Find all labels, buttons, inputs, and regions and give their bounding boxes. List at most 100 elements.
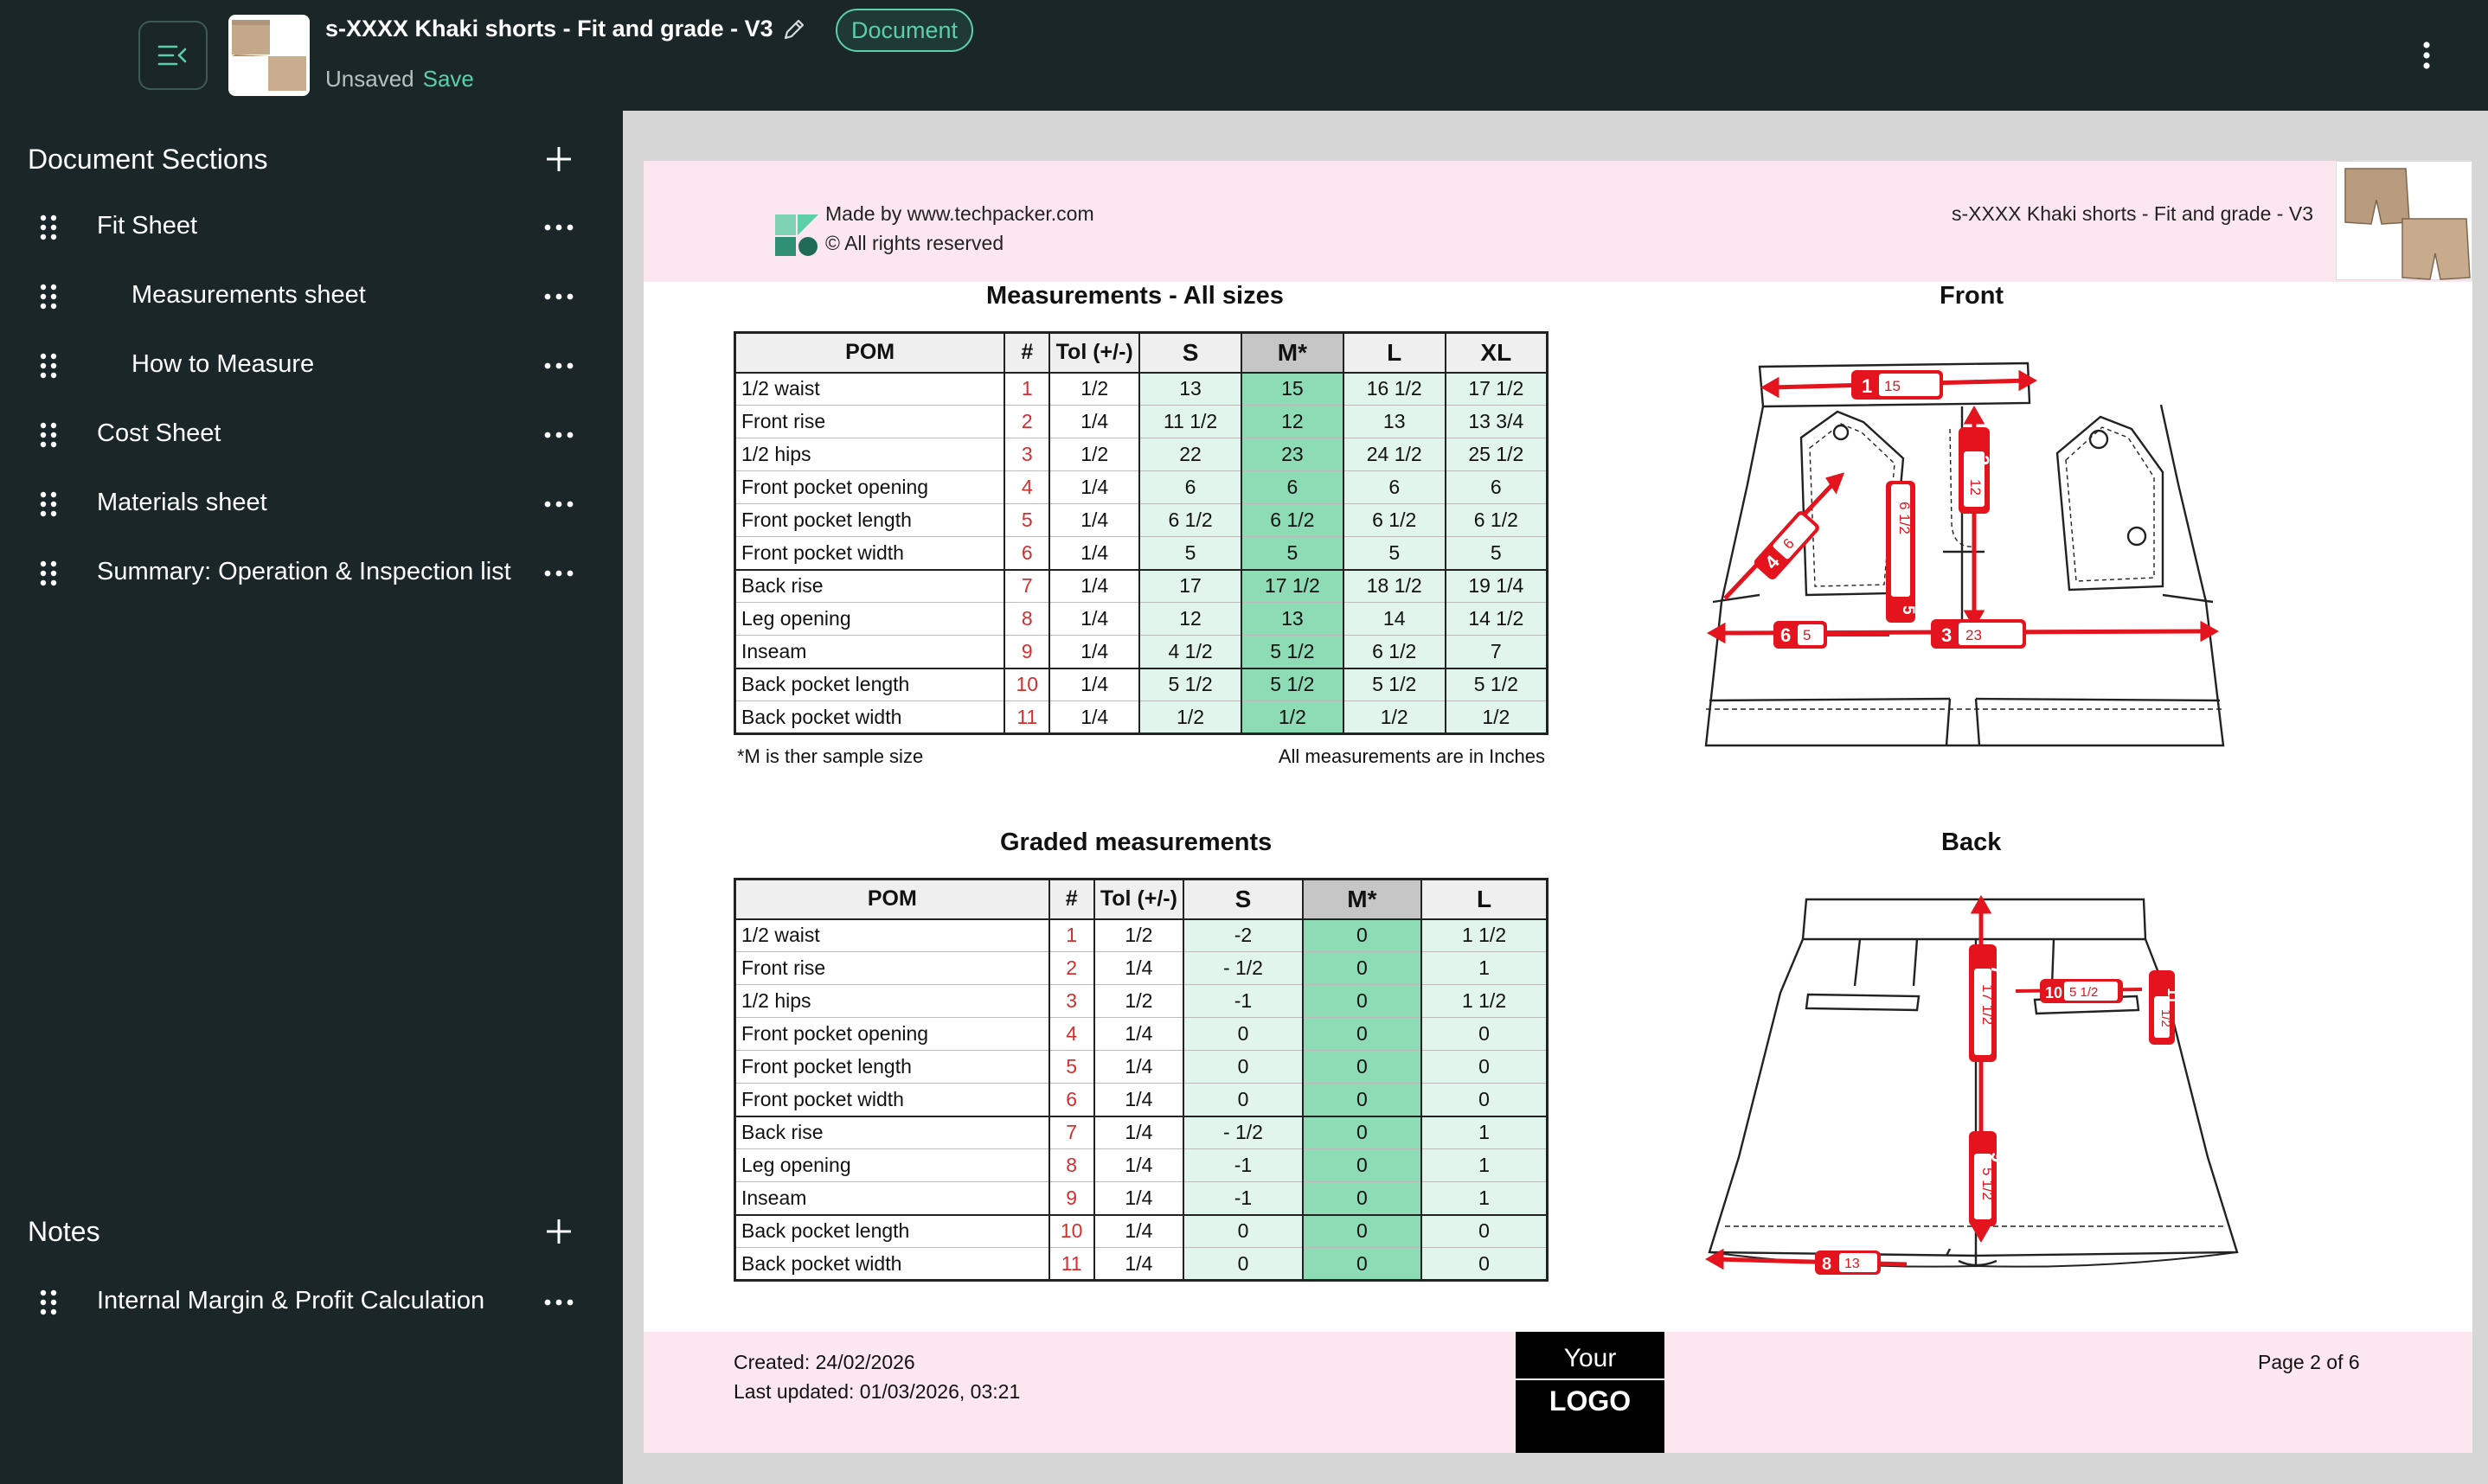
- drag-handle-icon[interactable]: [38, 283, 59, 310]
- drag-handle-icon[interactable]: [38, 490, 59, 518]
- item-options-icon[interactable]: [542, 288, 576, 305]
- tolerance-cell: 1/2: [1048, 438, 1140, 471]
- item-options-icon[interactable]: [542, 496, 576, 513]
- pom-cell: Front rise: [734, 405, 1005, 438]
- tolerance-cell: 1/4: [1048, 602, 1140, 636]
- pom-cell: 1/2 hips: [734, 984, 1050, 1018]
- size-value-cell: -1: [1183, 1181, 1304, 1215]
- sidebar-item-fit-sheet[interactable]: Fit Sheet: [0, 200, 623, 255]
- table-row: 1/2 waist 1 1/2 13 15 16 1/2 17 1/2: [734, 372, 1548, 406]
- sidebar-item-label: Measurements sheet: [131, 281, 366, 309]
- page-number: Page 2 of 6: [2258, 1351, 2360, 1373]
- unsaved-label: Unsaved: [325, 66, 414, 92]
- sample-size-cell: 0: [1301, 1247, 1422, 1281]
- front-label-length: 5: [1899, 605, 1917, 615]
- graded-table: POM # Tol (+/-) S M* L 1/2 waist 1 1/2 -2 0 1…: [734, 878, 1549, 1282]
- table1-title: Measurements - All sizes: [986, 282, 1284, 310]
- table-row: Leg opening 8 1/4 12 13 14 14 1/2: [734, 602, 1548, 636]
- collapse-sidebar-button[interactable]: [138, 21, 208, 90]
- size-value-cell: 0: [1183, 1083, 1304, 1116]
- size-value-cell: 0: [1183, 1017, 1304, 1051]
- col-header-tolerance: Tol (+/-): [1048, 331, 1141, 374]
- table-row: Front rise 2 1/4- 1/2 0 1: [734, 951, 1549, 985]
- sidebar-item-summary[interactable]: Summary: Operation & Inspection list: [0, 546, 623, 601]
- size-value-cell: 17: [1138, 568, 1242, 603]
- pom-number-cell: 10: [1048, 1213, 1095, 1248]
- logo-top-text: Your: [1563, 1344, 1617, 1372]
- sample-size-cell: 15: [1240, 372, 1344, 406]
- document-title[interactable]: s-XXXX Khaki shorts - Fit and grade - V3: [325, 16, 773, 42]
- drag-handle-icon[interactable]: [38, 560, 59, 587]
- back-label-pocket-width: 11: [2164, 988, 2182, 1004]
- pom-cell: Front rise: [734, 951, 1050, 985]
- measurements-table: POM # Tol (+/-) S M* L XL 1/2 waist 1 1/2 1…: [734, 331, 1549, 735]
- add-section-icon[interactable]: [542, 142, 576, 176]
- logo-placeholder: Your LOGO: [1516, 1332, 1664, 1453]
- size-value-cell: 16 1/2: [1342, 372, 1446, 406]
- size-value-cell: 7: [1444, 635, 1548, 668]
- back-label-inseam: 9: [1987, 1152, 2009, 1162]
- table-row: Leg opening 8 1/4 -1 0 1: [734, 1148, 1549, 1182]
- col-header-number: #: [1048, 878, 1095, 920]
- drag-handle-icon[interactable]: [38, 421, 59, 449]
- add-note-icon[interactable]: [542, 1214, 576, 1249]
- sidebar: Document Sections Fit Sheet Measurements…: [0, 111, 623, 1484]
- col-header-pom: POM: [734, 878, 1050, 920]
- item-options-icon[interactable]: [542, 357, 576, 374]
- sample-size-cell: 5 1/2: [1240, 667, 1344, 701]
- front-title: Front: [1940, 282, 2004, 310]
- pom-cell: 1/2 hips: [734, 438, 1005, 471]
- pom-number-cell: 10: [1004, 667, 1050, 701]
- tolerance-cell: 1/4: [1048, 405, 1140, 438]
- item-options-icon[interactable]: [542, 1294, 576, 1311]
- tolerance-cell: 1/4: [1093, 951, 1184, 985]
- col-header-size-l: L: [1420, 878, 1549, 920]
- item-options-icon[interactable]: [542, 565, 576, 582]
- item-options-icon[interactable]: [542, 219, 576, 236]
- pom-number-cell: 11: [1048, 1247, 1095, 1281]
- size-value-cell: 5 1/2: [1444, 667, 1548, 701]
- pom-number-cell: 9: [1004, 635, 1050, 668]
- sample-size-cell: 6: [1240, 470, 1344, 504]
- col-header-number: #: [1004, 331, 1051, 374]
- size-value-cell: 5: [1342, 536, 1446, 570]
- table-row: Back pocket width 11 1/4 1/2 1/2 1/2 1/2: [734, 700, 1548, 734]
- size-value-cell: 24 1/2: [1342, 438, 1446, 471]
- save-link[interactable]: Save: [423, 66, 474, 92]
- edit-title-icon[interactable]: [780, 16, 808, 43]
- drag-handle-icon[interactable]: [38, 214, 59, 241]
- made-by-text: Made by www.techpacker.com: [825, 202, 1094, 225]
- front-label-rise-value: 12: [1967, 479, 1984, 496]
- sidebar-item-label: Cost Sheet: [97, 419, 221, 447]
- document-thumbnail[interactable]: [228, 15, 310, 96]
- table2-title: Graded measurements: [1000, 828, 1273, 856]
- pom-cell: Inseam: [734, 1181, 1050, 1215]
- drag-handle-icon[interactable]: [38, 1289, 59, 1316]
- back-label-pocket-width-value: 1/2: [2158, 1009, 2173, 1027]
- size-value-cell: 5: [1444, 536, 1548, 570]
- sidebar-item-how-to-measure[interactable]: How to Measure: [0, 338, 623, 393]
- item-options-icon[interactable]: [542, 426, 576, 444]
- sidebar-item-materials-sheet[interactable]: Materials sheet: [0, 477, 623, 532]
- pom-cell: Inseam: [734, 635, 1005, 668]
- sample-size-cell: 0: [1301, 1181, 1422, 1215]
- document-sections-heading: Document Sections: [28, 144, 268, 175]
- back-label-rise-value: 17 1/2: [1979, 984, 1996, 1025]
- sample-size-cell: 5 1/2: [1240, 635, 1344, 668]
- size-value-cell: 1/2: [1342, 700, 1446, 734]
- pom-cell: Back rise: [734, 568, 1005, 603]
- sample-size-cell: 6 1/2: [1240, 503, 1344, 537]
- pom-number-cell: 5: [1004, 503, 1050, 537]
- drag-handle-icon[interactable]: [38, 352, 59, 380]
- size-value-cell: 0: [1420, 1247, 1549, 1281]
- sidebar-item-cost-sheet[interactable]: Cost Sheet: [0, 407, 623, 463]
- sample-size-cell: 0: [1301, 984, 1422, 1018]
- sidebar-note-label: Internal Margin & Profit Calculation: [97, 1287, 485, 1314]
- sidebar-item-measurements-sheet[interactable]: Measurements sheet: [0, 269, 623, 324]
- pom-number-cell: 9: [1048, 1181, 1095, 1215]
- table-row: Back pocket length 10 1/4 5 1/2 5 1/2 5 1/2 5 …: [734, 667, 1548, 701]
- sidebar-note-margin[interactable]: Internal Margin & Profit Calculation: [0, 1275, 623, 1330]
- pom-number-cell: 8: [1048, 1148, 1095, 1182]
- more-options-icon[interactable]: [2414, 38, 2440, 73]
- size-value-cell: 0: [1420, 1050, 1549, 1084]
